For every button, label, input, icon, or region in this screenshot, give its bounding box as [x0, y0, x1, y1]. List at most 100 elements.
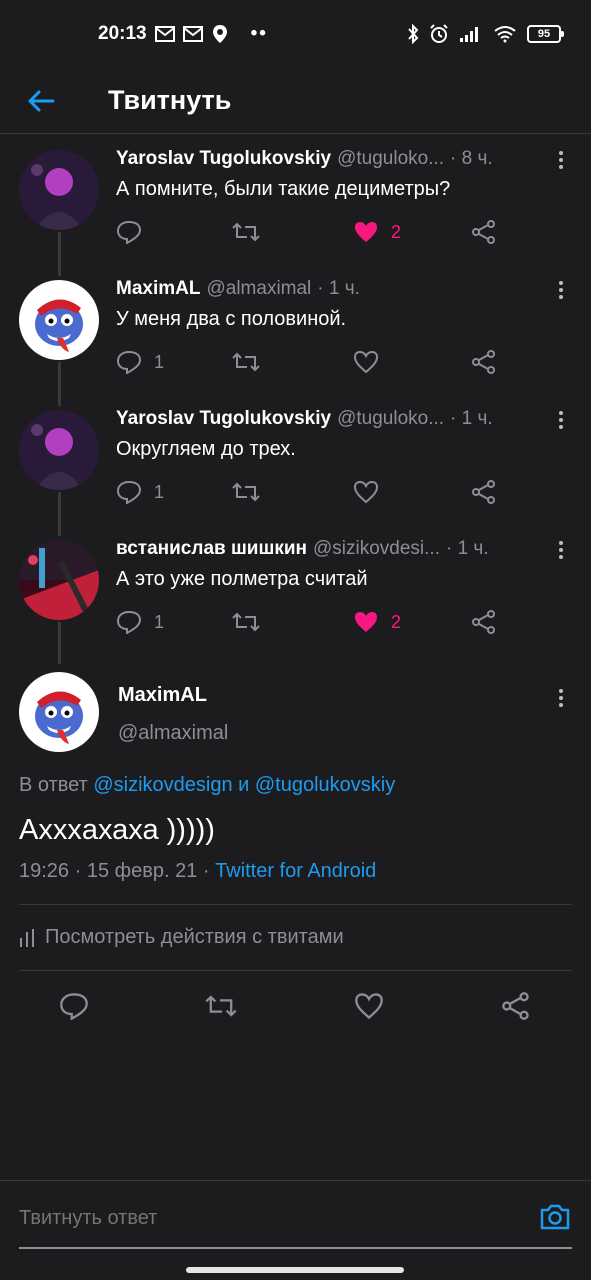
tweet-actions: 2: [116, 220, 506, 250]
analytics-label: Посмотреть действия с твитами: [45, 926, 344, 948]
author-handle[interactable]: @sizikovdesi...: [313, 538, 440, 560]
avatar[interactable]: [19, 280, 99, 360]
reply-to-line: В ответ @sizikovdesign и @tugolukovskiy: [19, 774, 395, 797]
author-handle[interactable]: @almaximal: [206, 278, 311, 300]
like-button[interactable]: 2: [353, 610, 401, 634]
thread-connector: [58, 260, 61, 276]
more-options-icon[interactable]: [549, 686, 573, 710]
thread-tweet[interactable]: Yaroslav Tugolukovskiy @tuguloko... · 1 …: [0, 390, 591, 532]
location-icon: [212, 25, 227, 43]
author-name[interactable]: встанислав шишкин: [116, 538, 307, 560]
retweet-button[interactable]: [204, 992, 238, 1025]
tweet-header: встанислав шишкин @sizikovdesi... · 1 ч.: [116, 538, 533, 560]
bluetooth-icon: [408, 24, 419, 44]
mention-link[interactable]: @tugolukovskiy: [255, 774, 395, 796]
retweet-button[interactable]: [231, 480, 261, 504]
camera-icon: [540, 1204, 570, 1230]
tweet-timestamp: 19:26 · 15 февр. 21 ·: [19, 860, 210, 882]
reply-to-prefix: В ответ: [19, 774, 88, 796]
tweet-header: Yaroslav Tugolukovskiy @tuguloko... · 1 …: [116, 408, 533, 430]
author-name[interactable]: Yaroslav Tugolukovskiy: [116, 148, 331, 170]
back-button[interactable]: [0, 68, 90, 134]
mail-icon: [154, 26, 175, 42]
analytics-icon: [20, 928, 34, 947]
author-name[interactable]: MaximAL: [118, 684, 207, 707]
tweet-time: · 1 ч.: [450, 408, 493, 429]
divider: [19, 970, 572, 971]
heart-icon: [353, 480, 379, 504]
mention-link[interactable]: @sizikovdesign: [93, 774, 232, 796]
reply-button[interactable]: 1: [116, 350, 164, 374]
share-icon: [502, 992, 529, 1020]
back-arrow-icon: [28, 90, 55, 111]
retweet-icon: [205, 995, 237, 1017]
tweet-time: · 1 ч.: [445, 538, 489, 559]
retweet-button[interactable]: [231, 610, 261, 634]
camera-button[interactable]: [539, 1203, 571, 1236]
like-count: 2: [391, 611, 402, 632]
thread-connector: [58, 622, 61, 664]
share-button[interactable]: [471, 220, 497, 244]
retweet-icon: [232, 222, 260, 242]
tweet-text: Аxxxахаха ))))): [19, 814, 215, 846]
more-options-icon[interactable]: [549, 538, 573, 562]
thread-tweet[interactable]: MaximAL @almaximal · 1 ч. У меня два с п…: [0, 260, 591, 402]
share-button[interactable]: [471, 610, 497, 634]
more-options-icon[interactable]: [549, 408, 573, 432]
retweet-icon: [232, 612, 260, 632]
share-button[interactable]: [501, 992, 531, 1025]
author-handle[interactable]: @tuguloko...: [337, 148, 444, 170]
author-handle[interactable]: @tuguloko...: [337, 408, 444, 430]
reply-count: 1: [154, 351, 165, 372]
share-icon: [472, 610, 495, 634]
more-options-icon[interactable]: [549, 148, 573, 172]
home-indicator[interactable]: [186, 1267, 404, 1273]
more-options-icon[interactable]: [549, 278, 573, 302]
thread-tweet[interactable]: встанислав шишкин @sizikovdesi... · 1 ч.…: [0, 520, 591, 664]
divider: [19, 904, 572, 905]
reply-button[interactable]: 1: [116, 610, 164, 634]
reply-count: 1: [154, 611, 165, 632]
retweet-button[interactable]: [231, 350, 261, 374]
share-button[interactable]: [471, 350, 497, 374]
share-icon: [472, 480, 495, 504]
thread-connector: [58, 390, 61, 406]
wifi-icon: [494, 26, 516, 43]
tweet-source-link[interactable]: Twitter for Android: [215, 860, 376, 882]
like-button[interactable]: [353, 350, 391, 374]
mail-icon: [182, 26, 203, 42]
reply-icon: [116, 610, 142, 634]
author-name[interactable]: Yaroslav Tugolukovskiy: [116, 408, 331, 430]
like-button[interactable]: 2: [353, 220, 401, 244]
reply-icon: [60, 993, 88, 1021]
reply-button[interactable]: [59, 992, 89, 1025]
focused-tweet-actions: [0, 992, 591, 1026]
like-count: 2: [391, 221, 402, 242]
avatar[interactable]: [19, 150, 99, 230]
view-tweet-activity-button[interactable]: Посмотреть действия с твитами: [19, 926, 344, 949]
author-name[interactable]: MaximAL: [116, 278, 200, 300]
tweet-text: Округляем до трех.: [116, 438, 296, 460]
input-underline: [19, 1247, 572, 1249]
retweet-icon: [232, 352, 260, 372]
author-handle[interactable]: @almaximal: [118, 722, 228, 745]
reply-button[interactable]: [116, 220, 154, 244]
signal-icon: [460, 27, 478, 42]
like-button[interactable]: [353, 480, 391, 504]
heart-filled-icon: [355, 222, 377, 242]
reply-input[interactable]: [19, 1207, 519, 1230]
avatar[interactable]: [19, 410, 99, 490]
avatar[interactable]: [19, 540, 99, 620]
thread-tweet[interactable]: Yaroslav Tugolukovskiy @tuguloko... · 8 …: [0, 134, 591, 272]
like-button[interactable]: [354, 992, 384, 1025]
retweet-button[interactable]: [231, 220, 261, 244]
share-button[interactable]: [471, 480, 497, 504]
heart-icon: [355, 993, 383, 1020]
avatar[interactable]: [19, 672, 99, 752]
tweet-actions: 1: [116, 480, 506, 510]
status-bar: 20:13 •• 95: [0, 0, 591, 68]
reply-button[interactable]: 1: [116, 480, 164, 504]
reply-icon: [116, 350, 142, 374]
reply-composer: [0, 1180, 591, 1280]
tweet-text: А это уже полметра считай: [116, 568, 368, 590]
